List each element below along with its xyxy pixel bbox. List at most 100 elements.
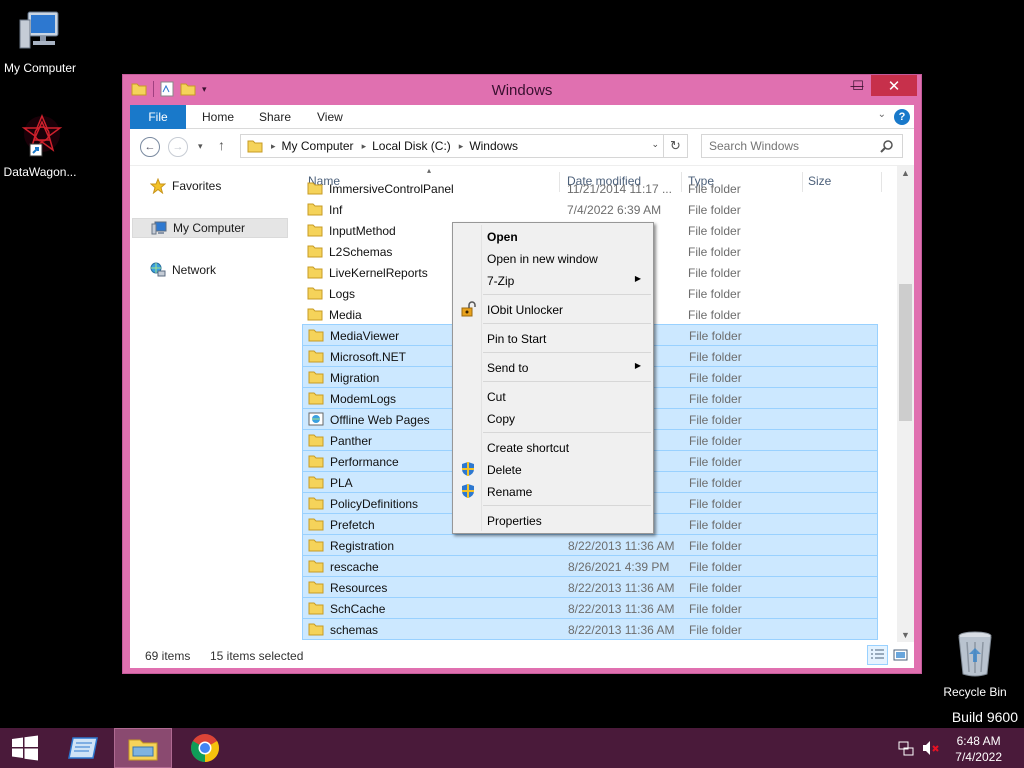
back-button[interactable]: ←	[140, 137, 160, 157]
search-box[interactable]	[701, 134, 903, 158]
file-type: File folder	[688, 308, 741, 322]
tab-share[interactable]: Share	[247, 105, 303, 129]
up-arrow-icon[interactable]: ↑	[218, 137, 225, 153]
file-type: File folder	[688, 182, 741, 196]
recycle-bin-icon	[958, 631, 992, 677]
expand-ribbon-icon[interactable]: ⌄	[878, 109, 886, 120]
volume-muted-icon[interactable]	[922, 740, 940, 759]
menu-item-open-in-new-window[interactable]: Open in new window	[455, 247, 651, 269]
desktop-icon-datawagon[interactable]: DataWagon...	[0, 112, 80, 179]
nav-item-my-computer[interactable]: My Computer	[132, 218, 288, 238]
file-name: PLA	[330, 476, 353, 490]
menu-item-7zip[interactable]: 7-Zip ▶	[455, 269, 651, 291]
folder-icon	[308, 370, 324, 387]
breadcrumb-separator-icon[interactable]: ▸	[271, 141, 276, 152]
search-input[interactable]	[709, 135, 879, 157]
folder-icon	[308, 349, 324, 366]
menu-item-rename[interactable]: Rename	[455, 480, 651, 502]
menu-item-cut[interactable]: Cut	[455, 385, 651, 407]
folder-icon	[308, 391, 324, 408]
folder-icon	[308, 580, 324, 597]
selection-count: 15 items selected	[210, 649, 304, 663]
menu-item-copy[interactable]: Copy	[455, 407, 651, 429]
breadcrumb-separator-icon[interactable]: ▸	[459, 141, 464, 152]
menu-item-open[interactable]: Open	[455, 225, 651, 247]
details-view-button[interactable]	[867, 645, 888, 665]
menu-item-label: Copy	[487, 412, 516, 426]
refresh-icon[interactable]: ↻	[663, 135, 687, 157]
menu-item-send-to[interactable]: Send to ▶	[455, 356, 651, 378]
breadcrumb-local-disk[interactable]: Local Disk (C:)	[372, 139, 451, 153]
item-count: 69 items	[145, 649, 191, 663]
file-name: L2Schemas	[329, 245, 393, 259]
file-row[interactable]: ImmersiveControlPanel 11/21/2014 11:17 ..…	[302, 178, 878, 199]
forward-button[interactable]: →	[168, 137, 188, 157]
tab-view[interactable]: View	[305, 105, 355, 129]
taskbar-chrome[interactable]	[176, 728, 234, 768]
file-name: InputMethod	[329, 224, 396, 238]
file-type: File folder	[689, 329, 742, 343]
desktop-icon-my-computer[interactable]: My Computer	[0, 10, 80, 75]
recent-locations-icon[interactable]: ▾	[198, 141, 203, 152]
menu-item-properties[interactable]: Properties	[455, 509, 651, 531]
start-button[interactable]	[0, 728, 50, 768]
sort-indicator-icon: ▴	[427, 166, 432, 175]
file-row[interactable]: Inf 7/4/2022 6:39 AM File folder	[302, 199, 878, 220]
desktop-icon-recycle-bin[interactable]: Recycle Bin	[935, 630, 1015, 699]
help-button[interactable]: ?	[894, 109, 910, 125]
large-icons-view-button[interactable]	[890, 645, 911, 665]
file-row[interactable]: rescache 8/26/2021 4:39 PM File folder	[302, 555, 878, 577]
folder-icon	[308, 559, 324, 576]
file-row[interactable]: Resources 8/22/2013 11:36 AM File folder	[302, 576, 878, 598]
uac-shield-icon	[460, 483, 476, 502]
close-button[interactable]: ✕	[871, 75, 917, 96]
build-watermark: Build 9600	[951, 709, 1018, 725]
taskbar-server-manager[interactable]	[54, 728, 112, 768]
scroll-down-icon[interactable]: ▼	[897, 630, 914, 640]
breadcrumb-separator-icon[interactable]: ▸	[362, 141, 367, 152]
scrollbar-thumb[interactable]	[899, 284, 912, 421]
title-bar[interactable]: ▾ Windows — ☐ ✕	[123, 75, 921, 105]
menu-item-iobit-unlocker[interactable]: IObit Unlocker	[455, 298, 651, 320]
tab-home[interactable]: Home	[190, 105, 246, 129]
tab-file[interactable]: File	[130, 105, 186, 129]
scroll-up-icon[interactable]: ▲	[897, 168, 914, 178]
menu-item-label: Properties	[487, 514, 542, 528]
taskbar-file-explorer[interactable]	[114, 728, 172, 768]
menu-item-pin-to-start[interactable]: Pin to Start	[455, 327, 651, 349]
file-row[interactable]: SchCache 8/22/2013 11:36 AM File folder	[302, 597, 878, 619]
file-row[interactable]: schemas 8/22/2013 11:36 AM File folder	[302, 618, 878, 640]
file-row[interactable]: Registration 8/22/2013 11:36 AM File folde…	[302, 534, 878, 556]
submenu-arrow-icon: ▶	[634, 274, 641, 283]
nav-item-network[interactable]: Network	[132, 260, 288, 280]
file-date: 8/22/2013 11:36 AM	[568, 623, 675, 637]
address-bar[interactable]: ▸ My Computer ▸ Local Disk (C:) ▸ Window…	[240, 134, 688, 158]
file-name: LiveKernelReports	[329, 266, 428, 280]
breadcrumb-my-computer[interactable]: My Computer	[282, 139, 354, 153]
breadcrumb-windows[interactable]: Windows	[469, 139, 518, 153]
column-separator[interactable]	[881, 172, 882, 192]
file-type: File folder	[689, 434, 742, 448]
address-dropdown-icon[interactable]: ⌄	[651, 139, 659, 150]
nav-item-favorites[interactable]: Favorites	[132, 176, 288, 196]
file-type: File folder	[689, 581, 742, 595]
menu-item-delete[interactable]: Delete	[455, 458, 651, 480]
file-name: Microsoft.NET	[330, 350, 407, 364]
vertical-scrollbar[interactable]: ▲ ▼	[897, 166, 914, 642]
file-type: File folder	[689, 413, 742, 427]
context-menu[interactable]: Open Open in new window 7-Zip ▶ IObit Un…	[452, 222, 654, 534]
file-name: Registration	[330, 539, 395, 553]
search-icon[interactable]	[880, 139, 894, 153]
computer-icon	[19, 11, 59, 49]
file-date: 7/4/2022 6:39 AM	[567, 203, 662, 217]
system-clock[interactable]: 6:48 AM 7/4/2022	[955, 733, 1002, 765]
network-tray-icon[interactable]	[898, 740, 914, 759]
folder-icon	[307, 202, 323, 219]
folder-icon	[307, 223, 323, 240]
large-icons-view-icon	[893, 649, 908, 661]
navigation-pane: Favorites My Computer Network	[130, 166, 290, 642]
menu-item-create-shortcut[interactable]: Create shortcut	[455, 436, 651, 458]
menu-item-label: Cut	[487, 390, 506, 404]
file-type: File folder	[689, 602, 742, 616]
maximize-button[interactable]: ☐	[844, 75, 872, 96]
